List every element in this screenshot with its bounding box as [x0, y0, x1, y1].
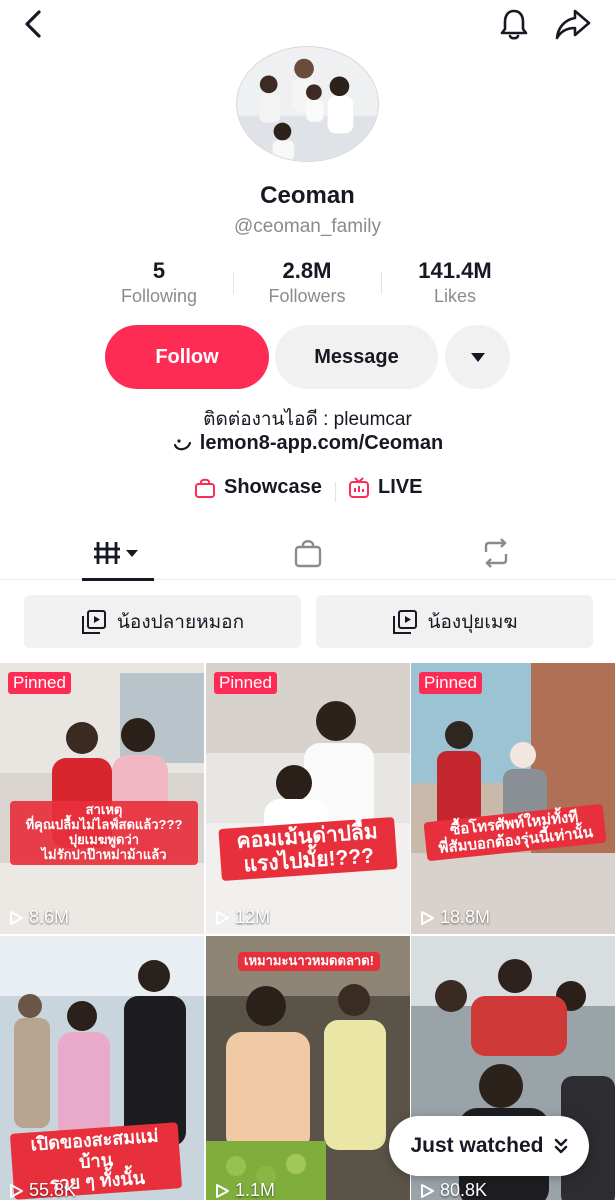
more-button[interactable]: [445, 325, 510, 389]
playlist-icon: [392, 609, 417, 634]
profile-name: Ceoman: [260, 182, 355, 209]
family-photo: [237, 47, 378, 161]
view-count: 18.8M: [419, 907, 490, 928]
divider: [233, 272, 234, 294]
grid-icon: [94, 542, 138, 564]
view-count: 12M: [214, 907, 270, 928]
live-icon: [349, 476, 369, 498]
pinned-badge: Pinned: [419, 672, 482, 694]
view-count: 1.1M: [214, 1180, 275, 1200]
showcase-link[interactable]: Showcase: [194, 476, 322, 499]
stat-label: Following: [120, 286, 198, 306]
view-count-value: 18.8M: [440, 907, 491, 927]
share-icon[interactable]: [554, 6, 592, 42]
play-icon: [10, 1183, 23, 1198]
video-thumbnail: [206, 663, 410, 934]
live-link[interactable]: LIVE: [348, 476, 422, 499]
live-label: LIVE: [378, 476, 423, 498]
play-icon: [421, 910, 434, 925]
video-caption: เหมามะนาวหมดตลาด!: [238, 952, 380, 971]
view-count: 55.8K: [8, 1180, 76, 1200]
content-tabs: [0, 526, 615, 581]
follow-button[interactable]: Follow: [105, 325, 269, 389]
profile-handle: @ceoman_family: [233, 216, 382, 237]
video-tile[interactable]: Pinned คอมเม้นด่าปลื้ม แรงไปมั้ย!??? 12M: [206, 663, 410, 934]
play-icon: [216, 1183, 229, 1198]
tab-shop[interactable]: [280, 526, 336, 580]
playlist-button[interactable]: น้องปุยเมฆ: [316, 595, 593, 648]
tab-reposts[interactable]: [468, 526, 524, 580]
video-tile[interactable]: เปิดของสะสมแม่บ้าน รวย ๆ ทั้งนั้น 55.8K: [0, 936, 204, 1200]
stat-value: 5: [152, 258, 166, 283]
bag-tab-icon: [294, 540, 322, 568]
video-thumbnail: [0, 663, 204, 934]
divider: [381, 272, 382, 294]
view-count-value: 8.6M: [29, 907, 70, 927]
video-thumbnail: [206, 936, 410, 1200]
stat-value: 141.4M: [418, 258, 492, 283]
view-count-value: 80.8K: [440, 1180, 488, 1200]
stat-value: 2.8M: [282, 258, 332, 283]
view-count: 8.6M: [8, 907, 69, 928]
playlist-button[interactable]: น้องปลายหมอก: [24, 595, 301, 648]
just-watched-label: Just watched: [410, 1134, 544, 1157]
play-icon: [421, 1183, 434, 1198]
smile-link-icon: [173, 438, 191, 450]
avatar[interactable]: [236, 46, 379, 162]
link-text: lemon8-app.com/Ceoman: [199, 432, 444, 454]
profile-link[interactable]: lemon8-app.com/Ceoman: [0, 432, 615, 455]
video-caption: สาเหตุ ที่คุณปลื้มไม่ไลฟ์สดแล้ว??? ปุยเม…: [10, 801, 198, 865]
play-icon: [216, 910, 229, 925]
back-icon[interactable]: [18, 8, 50, 40]
feature-pills: Showcase LIVE: [0, 476, 615, 508]
play-icon: [10, 910, 23, 925]
stat-label: Likes: [433, 286, 477, 306]
just-watched-button[interactable]: Just watched: [389, 1116, 589, 1176]
stat-followers[interactable]: 2.8M Followers: [232, 258, 382, 308]
view-count: 80.8K: [419, 1180, 487, 1200]
playlist-label: น้องปลายหมอก: [116, 611, 245, 633]
message-button[interactable]: Message: [275, 325, 438, 389]
chevron-down-icon: [470, 353, 485, 362]
double-chevron-down-icon: [554, 1138, 567, 1154]
stat-likes[interactable]: 141.4M Likes: [380, 258, 530, 308]
view-count-value: 55.8K: [29, 1180, 77, 1200]
bell-icon[interactable]: [496, 6, 532, 42]
playlist-label: น้องปุยเมฆ: [427, 611, 518, 633]
playlist-icon: [81, 609, 106, 634]
showcase-label: Showcase: [224, 476, 322, 498]
pinned-badge: Pinned: [214, 672, 277, 694]
video-tile[interactable]: เหมามะนาวหมดตลาด! 1.1M: [206, 936, 410, 1200]
video-tile[interactable]: Pinned ซื้อโทรศัพท์ใหม่ทั้งที พี่สัมบอกต…: [411, 663, 615, 934]
tab-videos[interactable]: [82, 526, 154, 581]
bio-text: ติดต่องานไอดี : pleumcar: [203, 409, 412, 430]
repost-icon: [484, 538, 508, 568]
top-bar: [0, 0, 615, 50]
view-count-value: 12M: [235, 907, 271, 927]
stat-following[interactable]: 5 Following: [84, 258, 234, 308]
divider: [335, 482, 336, 502]
bag-icon: [195, 478, 215, 498]
video-tile[interactable]: Pinned สาเหตุ ที่คุณปลื้มไม่ไลฟ์สดแล้ว??…: [0, 663, 204, 934]
stat-label: Followers: [268, 286, 346, 306]
video-thumbnail: [411, 663, 615, 934]
view-count-value: 1.1M: [235, 1180, 276, 1200]
pinned-badge: Pinned: [8, 672, 71, 694]
stats-row: 5 Following 2.8M Followers 141.4M Likes: [0, 258, 615, 314]
